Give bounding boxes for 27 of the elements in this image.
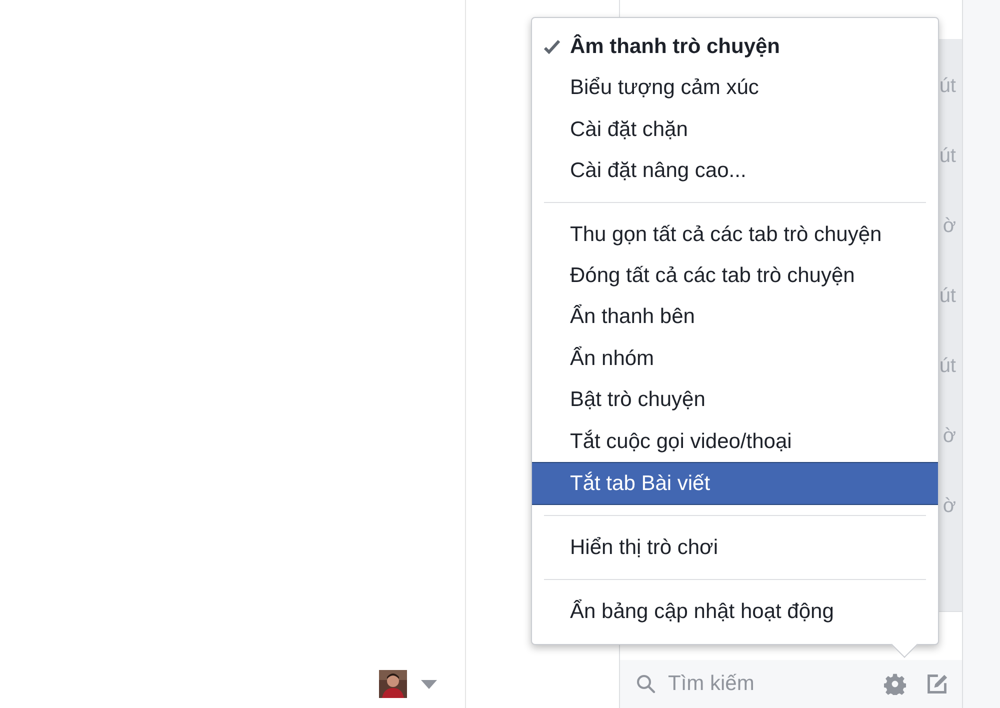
timestamp: út [939,354,957,379]
menu-item[interactable]: Cài đặt nâng cao... [532,150,938,192]
menu-item[interactable]: Ẩn nhóm [532,338,938,380]
search-bar[interactable]: Tìm kiếm [620,660,962,708]
caret-icon[interactable] [421,680,437,688]
settings-icon[interactable] [884,673,906,695]
check-icon [544,40,560,54]
menu-item[interactable]: Âm thanh trò chuyện [532,26,938,68]
timestamp: út [939,284,957,309]
timestamp: út [939,74,957,99]
menu-item[interactable]: Biểu tượng cảm xúc [532,67,938,109]
search-icon [636,674,656,694]
menu-item[interactable]: Ẩn bảng cập nhật hoạt động [532,590,938,632]
timestamp: út [939,144,957,169]
search-field[interactable]: Tìm kiếm [666,671,874,697]
menu-item[interactable]: Cài đặt chặn [532,108,938,150]
menu-item[interactable]: Tắt tab Bài viết [532,462,938,506]
menu-item[interactable]: Hiển thị trò chơi [532,527,938,569]
timestamp: ờ [942,214,957,239]
timestamp: ờ [942,424,957,449]
menu-item[interactable]: Ẩn thanh bên [532,296,938,338]
menu-item[interactable]: Tắt cuộc gọi video/thoại [532,420,938,462]
timestamp: ờ [942,494,957,519]
menu-item[interactable]: Đóng tất cả các tab trò chuyện [532,254,938,296]
menu-item[interactable]: Thu gọn tất cả các tab trò chuyện [532,214,938,255]
compose-icon[interactable] [926,673,948,695]
menu-item[interactable]: Bật trò chuyện [532,379,938,421]
